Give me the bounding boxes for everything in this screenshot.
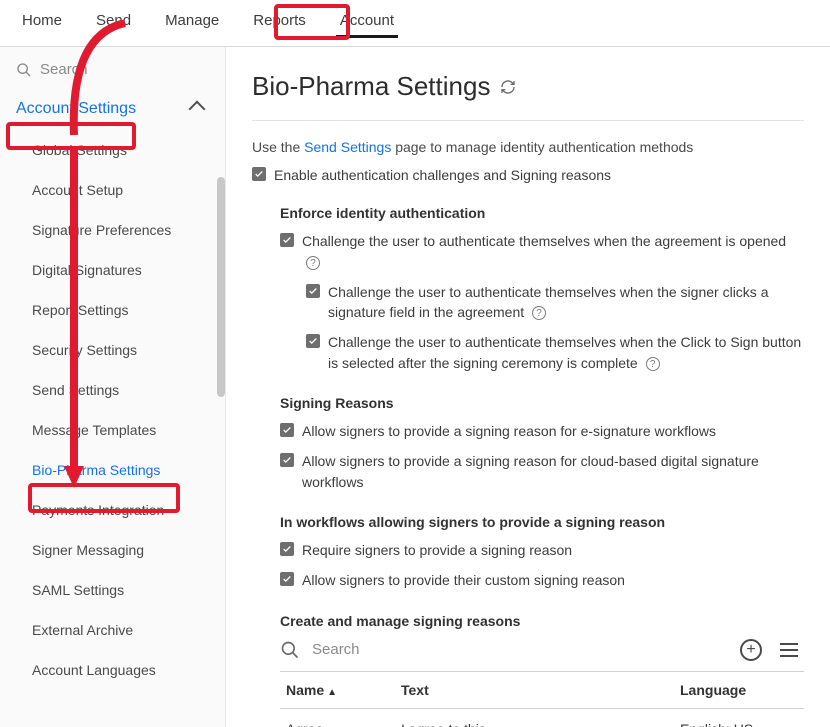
- search-icon: [16, 62, 32, 78]
- reasons-table: Name▲ Text Language Agree I agree to thi…: [280, 671, 804, 727]
- checkbox-icon[interactable]: [280, 233, 294, 247]
- info-icon[interactable]: ?: [306, 256, 320, 270]
- heading-enforce-identity: Enforce identity authentication: [280, 205, 804, 221]
- reasons-search-placeholder: Search: [312, 641, 360, 658]
- sidebar-item-payments-integration[interactable]: Payments Integration: [0, 490, 225, 530]
- workflow-require-label: Require signers to provide a signing rea…: [302, 540, 572, 560]
- search-icon: [280, 640, 300, 660]
- challenge-click-label: Challenge the user to authenticate thems…: [328, 332, 804, 373]
- info-icon[interactable]: ?: [646, 357, 660, 371]
- challenge-field-row[interactable]: Challenge the user to authenticate thems…: [306, 282, 804, 323]
- challenge-open-row[interactable]: Challenge the user to authenticate thems…: [280, 231, 804, 272]
- cell-name: Agree: [280, 708, 395, 727]
- reason-cloud-label: Allow signers to provide a signing reaso…: [302, 451, 804, 492]
- challenge-click-row[interactable]: Challenge the user to authenticate thems…: [306, 332, 804, 373]
- reason-cloud-row[interactable]: Allow signers to provide a signing reaso…: [280, 451, 804, 492]
- reason-esig-row[interactable]: Allow signers to provide a signing reaso…: [280, 421, 804, 441]
- send-settings-link[interactable]: Send Settings: [304, 139, 391, 155]
- challenge-open-label: Challenge the user to authenticate thems…: [302, 231, 804, 272]
- info-icon[interactable]: ?: [532, 306, 546, 320]
- checkbox-icon[interactable]: [306, 334, 320, 348]
- sidebar-item-security-settings[interactable]: Security Settings: [0, 330, 225, 370]
- refresh-icon[interactable]: [500, 79, 516, 95]
- nav-reports[interactable]: Reports: [249, 10, 310, 38]
- chevron-up-icon: [189, 101, 206, 118]
- sidebar-item-bio-pharma-settings[interactable]: Bio-Pharma Settings: [0, 450, 225, 490]
- enable-auth-label: Enable authentication challenges and Sig…: [274, 165, 611, 185]
- sidebar-item-signature-preferences[interactable]: Signature Preferences: [0, 210, 225, 250]
- sidebar-item-signer-messaging[interactable]: Signer Messaging: [0, 530, 225, 570]
- sidebar: Search Account Settings Global Settings …: [0, 47, 226, 727]
- heading-create-reasons: Create and manage signing reasons: [280, 613, 804, 629]
- intro-text: Use the Send Settings page to manage ide…: [252, 139, 804, 155]
- workflow-custom-row[interactable]: Allow signers to provide their custom si…: [280, 570, 804, 590]
- checkbox-icon[interactable]: [280, 423, 294, 437]
- heading-workflow: In workflows allowing signers to provide…: [280, 514, 804, 530]
- add-reason-button[interactable]: +: [740, 639, 762, 661]
- divider: [252, 120, 804, 121]
- heading-signing-reasons: Signing Reasons: [280, 395, 804, 411]
- sidebar-item-global-settings[interactable]: Global Settings: [0, 130, 225, 170]
- nav-account[interactable]: Account: [336, 10, 398, 38]
- challenge-field-label: Challenge the user to authenticate thems…: [328, 282, 804, 323]
- sidebar-item-account-setup[interactable]: Account Setup: [0, 170, 225, 210]
- col-name[interactable]: Name▲: [280, 671, 395, 708]
- col-text[interactable]: Text: [395, 671, 674, 708]
- sidebar-item-digital-signatures[interactable]: Digital Signatures: [0, 250, 225, 290]
- sidebar-scrollbar[interactable]: [217, 177, 225, 397]
- sidebar-item-send-settings[interactable]: Send Settings: [0, 370, 225, 410]
- sort-asc-icon: ▲: [327, 687, 337, 698]
- workflow-custom-label: Allow signers to provide their custom si…: [302, 570, 625, 590]
- cell-lang: English: US: [674, 708, 804, 727]
- nav-manage[interactable]: Manage: [161, 10, 223, 38]
- sidebar-items: Global Settings Account Setup Signature …: [0, 126, 225, 694]
- workflow-require-row[interactable]: Require signers to provide a signing rea…: [280, 540, 804, 560]
- sidebar-item-account-languages[interactable]: Account Languages: [0, 650, 225, 690]
- sidebar-section-label: Account Settings: [16, 100, 136, 118]
- sidebar-item-message-templates[interactable]: Message Templates: [0, 410, 225, 450]
- page-title: Bio-Pharma Settings: [252, 71, 804, 102]
- checkbox-icon[interactable]: [306, 284, 320, 298]
- nav-send[interactable]: Send: [92, 10, 135, 38]
- checkbox-icon[interactable]: [252, 167, 266, 181]
- sidebar-search[interactable]: Search: [0, 61, 225, 92]
- enable-auth-row[interactable]: Enable authentication challenges and Sig…: [252, 165, 804, 185]
- sidebar-item-external-archive[interactable]: External Archive: [0, 610, 225, 650]
- checkbox-icon[interactable]: [280, 572, 294, 586]
- cell-text: I agree to this: [395, 708, 674, 727]
- main-panel: Bio-Pharma Settings Use the Send Setting…: [226, 47, 830, 727]
- checkbox-icon[interactable]: [280, 453, 294, 467]
- reasons-search[interactable]: Search: [280, 640, 360, 660]
- top-nav: Home Send Manage Reports Account: [0, 0, 830, 47]
- sidebar-item-report-settings[interactable]: Report Settings: [0, 290, 225, 330]
- sidebar-item-saml-settings[interactable]: SAML Settings: [0, 570, 225, 610]
- checkbox-icon[interactable]: [280, 542, 294, 556]
- nav-home[interactable]: Home: [18, 10, 66, 38]
- sidebar-search-placeholder: Search: [40, 61, 88, 78]
- reason-esig-label: Allow signers to provide a signing reaso…: [302, 421, 716, 441]
- menu-icon[interactable]: [780, 643, 798, 657]
- sidebar-section-account-settings[interactable]: Account Settings: [0, 92, 225, 126]
- col-language[interactable]: Language: [674, 671, 804, 708]
- table-row[interactable]: Agree I agree to this English: US: [280, 708, 804, 727]
